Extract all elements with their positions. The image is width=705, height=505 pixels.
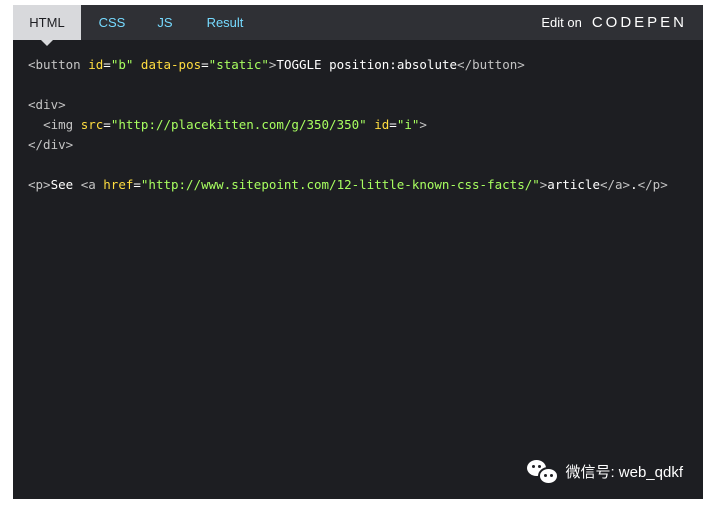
code-text: .	[630, 177, 638, 192]
codepen-embed: HTML CSS JS Result Edit on CODEPEN <butt…	[13, 5, 703, 499]
codepen-brand-text: CODEPEN	[591, 14, 687, 31]
code-text: =	[133, 177, 141, 192]
code-text: TOGGLE position:absolute	[276, 57, 458, 72]
code-attribute: id	[374, 117, 390, 132]
active-tab-indicator	[41, 40, 53, 46]
code-text: =	[201, 57, 209, 72]
tab-css[interactable]: CSS	[91, 5, 133, 40]
code-text: article	[547, 177, 600, 192]
tab-js[interactable]: JS	[149, 5, 181, 40]
code-string: "static"	[208, 57, 269, 72]
wechat-icon	[527, 459, 560, 485]
code-attribute: id	[88, 57, 104, 72]
code-tag: >	[419, 117, 427, 132]
codepen-logo: CODEPEN	[592, 5, 687, 40]
code-line: <div>	[28, 95, 668, 115]
code-line: <button id="b" data-pos="static">TOGGLE …	[28, 55, 668, 75]
code-tag: <button	[28, 57, 89, 72]
code-line: <img src="http://placekitten.com/g/350/3…	[28, 115, 668, 135]
code-string: "i"	[396, 117, 420, 132]
code-text: =	[389, 117, 397, 132]
code-string: "b"	[110, 57, 134, 72]
tab-html-label: HTML	[29, 15, 65, 30]
tab-html[interactable]: HTML	[13, 5, 81, 46]
code-tag: <a	[80, 177, 104, 192]
code-line: </div>	[28, 135, 668, 155]
code-text: See	[50, 177, 81, 192]
code-tag: </div>	[28, 137, 74, 152]
code-tag: </p>	[637, 177, 668, 192]
code-attribute: href	[103, 177, 134, 192]
tab-bar: HTML CSS JS Result Edit on CODEPEN	[13, 5, 703, 46]
code-line: <p>See <a href="http://www.sitepoint.com…	[28, 175, 668, 195]
code-text: =	[103, 57, 111, 72]
tab-css-label: CSS	[98, 15, 126, 30]
code-text: =	[103, 117, 111, 132]
edit-on-codepen-link[interactable]: Edit on CODEPEN	[541, 5, 687, 40]
code-tag: </button>	[457, 57, 525, 72]
code-attribute: src	[80, 117, 104, 132]
watermark-text: 微信号: web_qdkf	[565, 463, 683, 481]
code-tag: <div>	[28, 97, 66, 112]
tab-result-label: Result	[206, 15, 244, 30]
tab-js-label: JS	[157, 15, 173, 30]
tab-result[interactable]: Result	[199, 5, 251, 40]
code-string: "http://www.sitepoint.com/12-little-know…	[140, 177, 540, 192]
code-attribute: data-pos	[140, 57, 202, 72]
code-tag: <img	[43, 117, 81, 132]
code-editor[interactable]: <button id="b" data-pos="static">TOGGLE …	[28, 55, 668, 195]
edit-on-label: Edit on	[541, 15, 582, 30]
code-string: "http://placekitten.com/g/350/350"	[110, 117, 367, 132]
wechat-watermark: 微信号: web_qdkf	[527, 459, 683, 485]
code-tag: <p>	[28, 177, 51, 192]
code-tag: </a>	[599, 177, 631, 192]
